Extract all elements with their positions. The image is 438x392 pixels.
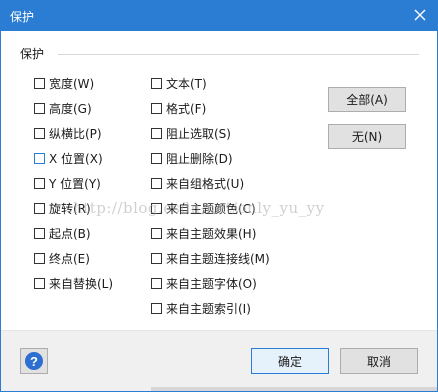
checkbox-from-theme-fonts[interactable]: 来自主题字体(O) xyxy=(151,274,257,292)
checkbox-box[interactable] xyxy=(34,277,45,289)
checkbox-label: 旋转(R) xyxy=(49,201,91,216)
checkbox-height[interactable]: 高度(G) xyxy=(34,99,92,117)
checkbox-box[interactable] xyxy=(151,302,162,314)
checkbox-box[interactable] xyxy=(151,102,162,114)
checkbox-y-position[interactable]: Y 位置(Y) xyxy=(34,174,101,192)
checkbox-box[interactable] xyxy=(34,252,45,264)
checkbox-begin-point[interactable]: 起点(B) xyxy=(34,224,91,242)
checkbox-from-theme-connectors[interactable]: 来自主题连接线(M) xyxy=(151,249,270,267)
checkbox-label: 起点(B) xyxy=(49,226,91,241)
window-title: 保护 xyxy=(10,10,35,24)
checkbox-label: 来自主题颜色(C) xyxy=(166,201,256,216)
close-icon xyxy=(414,9,426,21)
checkbox-from-replace[interactable]: 来自替换(L) xyxy=(34,274,113,292)
checkbox-label: 来自主题索引(I) xyxy=(166,301,251,316)
title-bar[interactable]: 保护 xyxy=(1,1,437,31)
checkbox-label: 纵横比(P) xyxy=(49,126,102,141)
checkbox-label: 高度(G) xyxy=(49,101,92,116)
checkbox-box[interactable] xyxy=(34,77,45,89)
checkbox-rotation[interactable]: 旋转(R) xyxy=(34,199,91,217)
checkbox-from-theme-index[interactable]: 来自主题索引(I) xyxy=(151,299,251,317)
checkbox-label: 文本(T) xyxy=(166,76,207,91)
background-strip xyxy=(151,387,437,391)
background-strip xyxy=(1,387,151,391)
group-divider xyxy=(58,54,419,55)
checkbox-width[interactable]: 宽度(W) xyxy=(34,74,94,92)
checkbox-label: 阻止删除(D) xyxy=(166,151,233,166)
checkbox-box[interactable] xyxy=(151,177,162,189)
checkbox-label: 宽度(W) xyxy=(49,76,95,91)
checkbox-label: 阻止选取(S) xyxy=(166,126,231,141)
checkbox-label: 来自主题字体(O) xyxy=(166,276,257,291)
checkbox-box[interactable] xyxy=(151,277,162,289)
checkbox-format[interactable]: 格式(F) xyxy=(151,99,206,117)
help-button[interactable]: ? xyxy=(20,348,48,374)
checkbox-label: 终点(E) xyxy=(49,251,90,266)
checkbox-box[interactable] xyxy=(151,127,162,139)
checkbox-box[interactable] xyxy=(151,252,162,264)
checkbox-from-theme-effects[interactable]: 来自主题效果(H) xyxy=(151,224,256,242)
group-title: 保护 xyxy=(20,47,45,61)
checkbox-box[interactable] xyxy=(151,152,162,164)
protection-dialog: 保护 保护 宽度(W) 高度(G) 纵横比(P) X 位置(X) Y 位置(Y)… xyxy=(0,0,438,392)
close-button[interactable] xyxy=(409,4,431,26)
help-icon: ? xyxy=(25,352,43,370)
checkbox-label: 来自替换(L) xyxy=(49,276,114,291)
checkbox-from-theme-colors[interactable]: 来自主题颜色(C) xyxy=(151,199,256,217)
checkbox-box[interactable] xyxy=(34,152,45,164)
checkbox-box[interactable] xyxy=(151,202,162,214)
checkbox-box[interactable] xyxy=(34,102,45,114)
checkbox-prevent-delete[interactable]: 阻止删除(D) xyxy=(151,149,233,167)
cancel-button[interactable]: 取消 xyxy=(340,348,418,374)
select-none-button[interactable]: 无(N) xyxy=(328,124,406,149)
checkbox-box[interactable] xyxy=(34,202,45,214)
checkbox-label: X 位置(X) xyxy=(49,151,103,166)
checkbox-box[interactable] xyxy=(34,227,45,239)
checkbox-text[interactable]: 文本(T) xyxy=(151,74,207,92)
checkbox-box[interactable] xyxy=(34,127,45,139)
checkbox-prevent-select[interactable]: 阻止选取(S) xyxy=(151,124,231,142)
checkbox-x-position[interactable]: X 位置(X) xyxy=(34,149,103,167)
checkbox-label: Y 位置(Y) xyxy=(49,176,101,191)
ok-button[interactable]: 确定 xyxy=(251,348,329,374)
checkbox-end-point[interactable]: 终点(E) xyxy=(34,249,90,267)
checkbox-label: 来自组格式(U) xyxy=(166,176,245,191)
checkbox-from-group-format[interactable]: 来自组格式(U) xyxy=(151,174,244,192)
checkbox-aspect-ratio[interactable]: 纵横比(P) xyxy=(34,124,102,142)
select-all-button[interactable]: 全部(A) xyxy=(328,87,406,112)
checkbox-box[interactable] xyxy=(34,177,45,189)
checkbox-label: 来自主题连接线(M) xyxy=(166,251,270,266)
checkbox-box[interactable] xyxy=(151,77,162,89)
checkbox-box[interactable] xyxy=(151,227,162,239)
checkbox-label: 格式(F) xyxy=(166,101,207,116)
checkbox-label: 来自主题效果(H) xyxy=(166,226,257,241)
